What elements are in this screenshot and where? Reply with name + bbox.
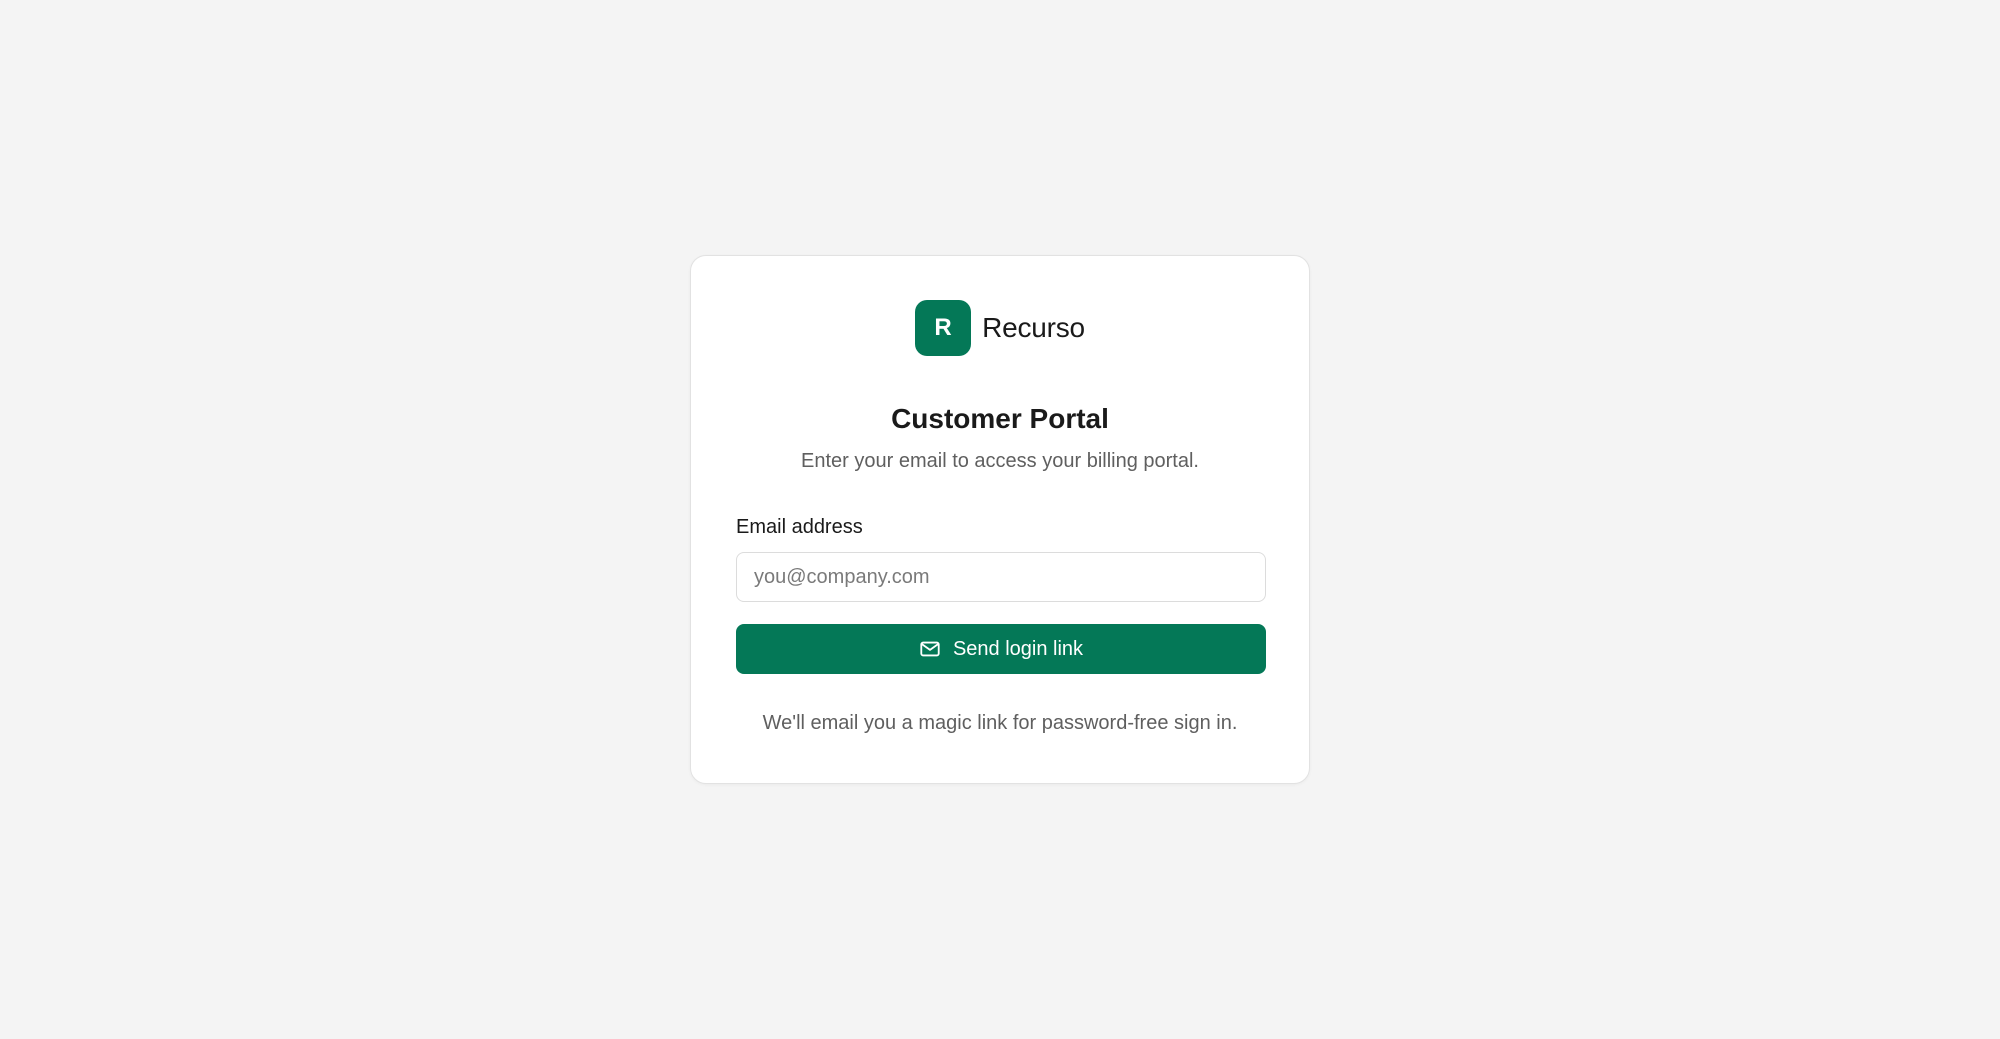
- brand-logo-mark: R: [915, 300, 972, 356]
- page-title: Customer Portal: [891, 403, 1109, 434]
- send-login-link-button[interactable]: Send login link: [736, 624, 1266, 674]
- page-subtitle: Enter your email to access your billing …: [801, 450, 1199, 472]
- mail-icon: [919, 638, 941, 660]
- brand-header: R Recurso: [736, 300, 1264, 356]
- email-field[interactable]: [736, 552, 1266, 602]
- helper-text: We'll email you a magic link for passwor…: [762, 712, 1238, 734]
- login-card: R Recurso Customer Portal Enter your ema…: [690, 255, 1310, 784]
- email-label: Email address: [736, 516, 863, 538]
- send-login-link-label: Send login link: [952, 637, 1084, 660]
- brand-name: Recurso: [982, 312, 1085, 343]
